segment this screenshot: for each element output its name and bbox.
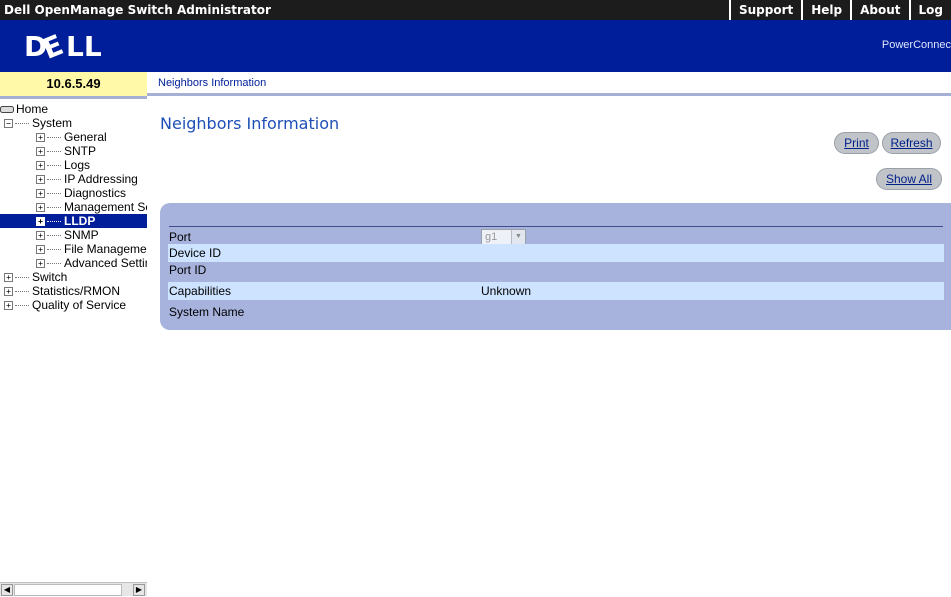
tree-item-diagnostics[interactable]: + Diagnostics <box>36 186 126 200</box>
show-all-button[interactable]: Show All <box>876 168 942 190</box>
collapse-icon[interactable]: − <box>4 118 13 128</box>
device-ip: 10.6.5.49 <box>0 72 147 96</box>
tree-connector <box>47 234 61 236</box>
expand-icon[interactable]: + <box>4 286 13 296</box>
breadcrumb-current: Neighbors Information <box>158 77 267 89</box>
print-button[interactable]: Print <box>834 132 879 154</box>
expand-icon[interactable]: + <box>36 188 45 198</box>
menu-log[interactable]: Log <box>908 0 951 20</box>
expand-icon[interactable]: + <box>36 174 45 184</box>
port-select[interactable]: g1 ▼ <box>481 229 526 245</box>
tree-system[interactable]: − System <box>4 116 72 130</box>
port-id-row: Port ID <box>168 261 944 279</box>
tree-connector <box>47 262 61 264</box>
top-menu: Support Help About Log <box>728 0 951 20</box>
neighbors-panel: Port g1 ▼ Device ID Port ID Capabilities… <box>160 203 951 330</box>
capabilities-label: Capabilities <box>169 284 232 298</box>
tree-item-label: File Managemer <box>64 242 147 256</box>
device-id-label: Device ID <box>169 246 222 260</box>
tree-connector <box>47 220 61 222</box>
expand-icon[interactable]: + <box>36 146 45 156</box>
tree-connector <box>47 178 61 180</box>
tree-item-label: Switch <box>32 270 68 284</box>
svg-text:LL: LL <box>66 30 102 60</box>
tree-item-label: Statistics/RMON <box>32 284 121 298</box>
tree-connector <box>47 150 61 152</box>
expand-icon[interactable]: + <box>36 258 45 268</box>
tree-connector <box>15 276 29 278</box>
tree-item-label: IP Addressing <box>64 172 138 186</box>
port-id-label: Port ID <box>169 263 207 277</box>
menu-support[interactable]: Support <box>728 0 801 20</box>
navigation-tree: Home − System + General + SNTP + Logs + … <box>0 99 147 582</box>
title-bar: Dell OpenManage Switch Administrator Sup… <box>0 0 951 20</box>
tree-item-sntp[interactable]: + SNTP <box>36 144 96 158</box>
tree-item-label: SNMP <box>64 228 99 242</box>
tree-connector <box>47 136 61 138</box>
menu-about[interactable]: About <box>850 0 908 20</box>
port-select-value: g1 <box>485 231 498 243</box>
scrollbar-thumb[interactable] <box>14 584 122 596</box>
app-title: Dell OpenManage Switch Administrator <box>4 3 271 17</box>
tree-connector <box>15 122 29 124</box>
tree-connector <box>15 290 29 292</box>
expand-icon[interactable]: + <box>36 160 45 170</box>
tree-connector <box>47 206 61 208</box>
system-name-row: System Name <box>168 303 944 321</box>
refresh-button[interactable]: Refresh <box>882 132 941 154</box>
tree-item-label: LLDP <box>64 214 96 228</box>
tree-home-label: Home <box>16 102 49 116</box>
tree-connector <box>47 248 61 250</box>
chevron-down-icon[interactable]: ▼ <box>511 230 525 244</box>
tree-item-label: SNTP <box>64 144 97 158</box>
expand-icon[interactable]: + <box>36 132 45 142</box>
expand-icon[interactable]: + <box>4 272 13 282</box>
tree-item-label: Management Se <box>64 200 147 214</box>
scroll-right-icon[interactable]: ▶ <box>133 584 145 596</box>
product-name: PowerConnec <box>881 39 951 51</box>
capabilities-row: Capabilities Unknown <box>168 282 944 300</box>
system-name-label: System Name <box>169 305 245 319</box>
dell-logo: D E LL <box>24 30 102 60</box>
tree-item-advanced-settings[interactable]: + Advanced Settin <box>36 256 147 270</box>
tree-item-label: Diagnostics <box>64 186 127 200</box>
tree-item-file-management[interactable]: + File Managemer <box>36 242 147 256</box>
tree-item-general[interactable]: + General <box>36 130 107 144</box>
scroll-left-icon[interactable]: ◀ <box>1 584 13 596</box>
capabilities-value: Unknown <box>481 284 532 298</box>
tree-item-label: Quality of Service <box>32 298 127 312</box>
tree-item-ip-addressing[interactable]: + IP Addressing <box>36 172 138 186</box>
device-id-row: Device ID <box>168 244 944 262</box>
tree-statistics-rmon[interactable]: + Statistics/RMON <box>4 284 120 298</box>
tree-item-snmp[interactable]: + SNMP <box>36 228 99 242</box>
dell-banner: D E LL PowerConnec <box>0 20 951 72</box>
tree-item-label: General <box>64 130 107 144</box>
tree-connector <box>15 304 29 306</box>
panel-divider <box>169 226 943 227</box>
menu-help[interactable]: Help <box>801 0 850 20</box>
expand-icon[interactable]: + <box>36 202 45 212</box>
expand-icon[interactable]: + <box>4 300 13 310</box>
tree-connector <box>47 192 61 194</box>
page-title: Neighbors Information <box>160 114 340 133</box>
tree-item-lldp[interactable]: + LLDP <box>0 214 147 228</box>
tree-system-label: System <box>32 116 73 130</box>
expand-icon[interactable]: + <box>36 230 45 240</box>
tree-connector <box>47 164 61 166</box>
expand-icon[interactable]: + <box>36 244 45 254</box>
breadcrumb: Neighbors Information <box>147 72 951 96</box>
expand-icon[interactable]: + <box>36 216 45 226</box>
tree-quality-of-service[interactable]: + Quality of Service <box>4 298 126 312</box>
tree-item-label: Logs <box>64 158 91 172</box>
tree-item-logs[interactable]: + Logs <box>36 158 90 172</box>
drive-icon <box>0 105 14 113</box>
tree-item-management-security[interactable]: + Management Se <box>36 200 147 214</box>
tree-switch[interactable]: + Switch <box>4 270 67 284</box>
tree-horizontal-scrollbar[interactable]: ◀ ▶ <box>0 582 147 596</box>
tree-item-label: Advanced Settin <box>64 256 147 270</box>
tree-home[interactable]: Home <box>0 102 48 116</box>
